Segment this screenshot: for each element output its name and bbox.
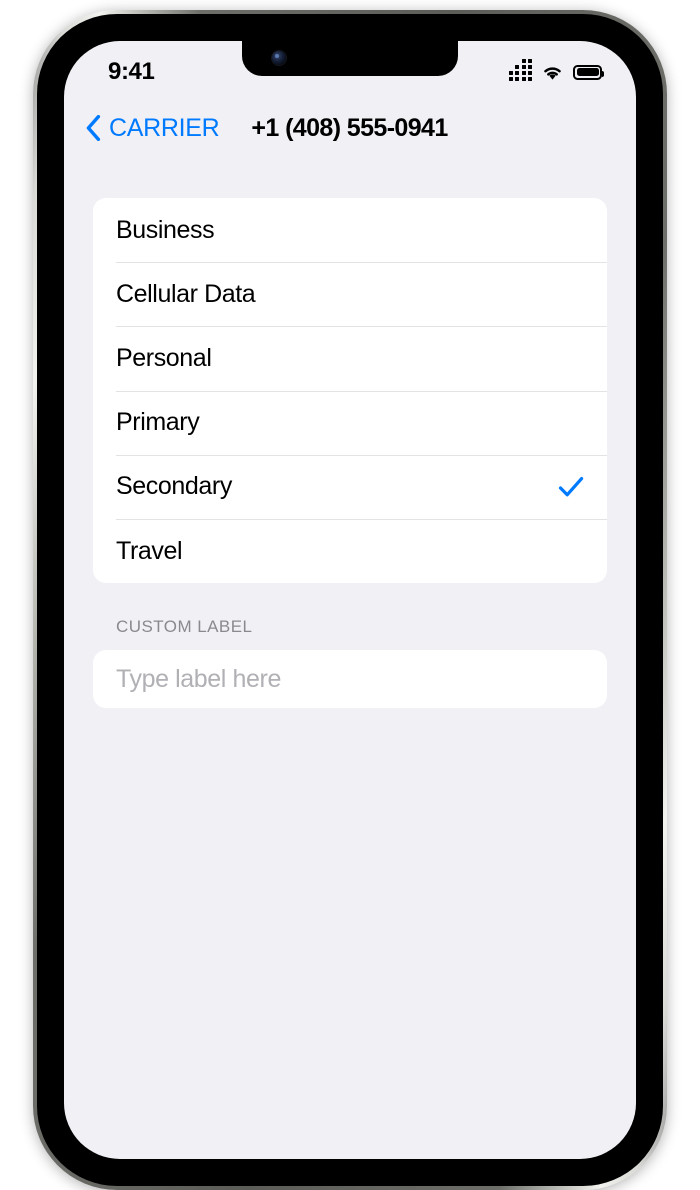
list-item-label: Secondary <box>116 472 232 501</box>
phone-device-frame: 9:41 CARRIER +1 (408) 555-0941 Business … <box>33 10 667 1190</box>
custom-label-input[interactable] <box>93 650 607 709</box>
list-item-label: Travel <box>116 536 183 565</box>
chevron-left-icon <box>86 115 101 141</box>
status-bar-icons <box>508 59 607 81</box>
list-item[interactable]: Travel <box>93 518 607 583</box>
list-item[interactable]: Secondary <box>93 454 607 519</box>
wifi-icon <box>544 66 561 80</box>
phone-screen: 9:41 CARRIER +1 (408) 555-0941 Business … <box>64 41 636 1159</box>
list-item-label: Business <box>116 215 215 244</box>
label-options-list: Business Cellular Data Personal Primary Seco… <box>93 198 607 584</box>
list-item[interactable]: Primary <box>93 390 607 455</box>
battery-full-icon <box>573 64 604 80</box>
list-item[interactable]: Personal <box>93 326 607 390</box>
status-bar-time: 9:41 <box>108 58 155 85</box>
list-item-label: Personal <box>116 343 212 372</box>
silent-switch-button[interactable] <box>33 10 40 50</box>
cellular-signal-icon <box>508 59 532 81</box>
phone-bezel: 9:41 CARRIER +1 (408) 555-0941 Business … <box>37 14 663 1186</box>
back-button[interactable]: CARRIER <box>86 113 220 143</box>
main-content: Business Cellular Data Personal Primary Seco… <box>64 159 636 1159</box>
list-item-label: Cellular Data <box>116 279 256 308</box>
checkmark-icon <box>558 476 584 497</box>
list-item-label: Primary <box>116 408 200 437</box>
back-button-label: CARRIER <box>109 113 220 142</box>
notch <box>242 41 458 76</box>
navigation-bar: CARRIER +1 (408) 555-0941 <box>64 97 636 159</box>
list-item[interactable]: Business <box>93 198 607 262</box>
page-title: +1 (408) 555-0941 <box>251 113 448 142</box>
front-camera-icon <box>272 51 286 65</box>
custom-label-section-header: CUSTOM LABEL <box>116 617 253 637</box>
list-item[interactable]: Cellular Data <box>93 262 607 326</box>
